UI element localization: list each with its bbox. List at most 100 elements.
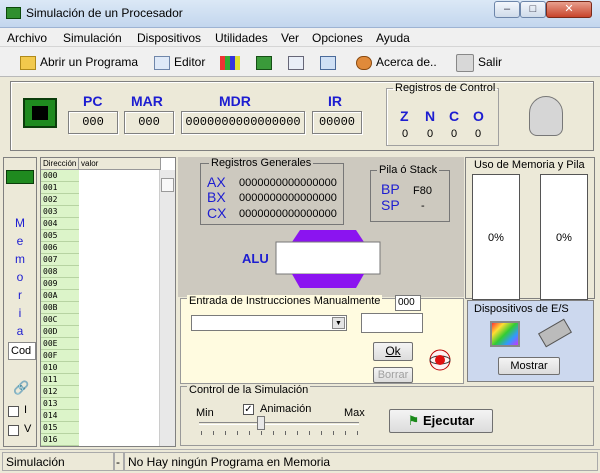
cod-field[interactable]: Cod <box>8 342 36 360</box>
memory-tool-button[interactable] <box>256 52 276 72</box>
title-bar: Simulación de un Procesador – □ ✕ <box>0 0 600 28</box>
ax-value: 0000000000000000 <box>239 177 337 189</box>
speed-min-label: Min <box>196 407 214 419</box>
processor-app-icon <box>6 7 21 19</box>
manual-input-group: Entrada de Instrucciones Manualmente 000… <box>180 295 464 384</box>
keyboard-tool-button[interactable] <box>320 52 340 72</box>
memory-row-address[interactable]: 002 <box>41 194 79 206</box>
execute-button[interactable]: ⚑ Ejecutar <box>389 409 493 433</box>
memory-row-address[interactable]: 00E <box>41 338 79 350</box>
bx-label: BX <box>207 189 226 205</box>
general-registers-group: Registros Generales AX 0000000000000000 … <box>200 157 344 225</box>
manual-input-title: Entrada de Instrucciones Manualmente <box>187 295 383 307</box>
memory-row-address[interactable]: 011 <box>41 374 79 386</box>
memory-scrollbar[interactable] <box>159 170 175 446</box>
speed-slider-thumb[interactable] <box>257 416 265 430</box>
instruction-select[interactable]: ▼ <box>191 315 347 331</box>
flag-o-value: 0 <box>475 128 482 140</box>
minimize-button[interactable]: – <box>494 1 520 18</box>
monitor-tool-button[interactable] <box>288 52 308 72</box>
menu-opciones[interactable]: Opciones <box>312 31 363 45</box>
io-devices-title: Dispositivos de E/S <box>474 303 569 315</box>
chevron-down-icon[interactable]: ▼ <box>332 317 345 329</box>
memory-row-address[interactable]: 013 <box>41 398 79 410</box>
memory-row-address[interactable]: 012 <box>41 386 79 398</box>
bp-label: BP <box>381 181 400 197</box>
checkbox-v-label: V <box>24 423 32 435</box>
memory-row-address[interactable]: 00F <box>41 350 79 362</box>
ok-button[interactable]: Ok <box>373 342 413 361</box>
flag-o-label: O <box>473 108 484 124</box>
scroll-thumb[interactable] <box>161 178 174 192</box>
instruction-counter: 000 <box>395 295 421 311</box>
simulation-control-group: Control de la Simulación Min Max ✓ Anima… <box>180 384 594 446</box>
registers-tool-button[interactable] <box>220 52 244 72</box>
exit-button[interactable]: Salir <box>456 52 502 72</box>
monitor-icon[interactable] <box>490 321 520 347</box>
memory-row-address[interactable]: 000 <box>41 170 79 182</box>
checkbox-i[interactable] <box>8 406 19 417</box>
keyboard-icon[interactable] <box>538 318 572 348</box>
menu-ver[interactable]: Ver <box>281 31 299 45</box>
flag-n-label: N <box>425 108 436 124</box>
memory-row-address[interactable]: 005 <box>41 230 79 242</box>
close-button[interactable]: ✕ <box>546 1 592 18</box>
flag-z-label: Z <box>400 108 409 124</box>
address-column-header: Dirección <box>41 158 79 170</box>
about-button[interactable]: Acerca de.. <box>356 52 437 72</box>
alu-box <box>275 241 381 275</box>
link-icon[interactable]: 🔗 <box>13 380 29 395</box>
memory-row-address[interactable]: 00A <box>41 290 79 302</box>
memory-row-address[interactable]: 007 <box>41 254 79 266</box>
value-column-header: valor <box>79 158 161 170</box>
memory-side-panel: Memoria Cod 🔗 I V <box>3 157 37 447</box>
memory-row-address[interactable]: 016 <box>41 434 79 446</box>
memory-row-address[interactable]: 014 <box>41 410 79 422</box>
menu-simulacion[interactable]: Simulación <box>63 31 122 45</box>
cx-value: 0000000000000000 <box>239 208 337 220</box>
menu-archivo[interactable]: Archivo <box>7 31 47 45</box>
memory-row-address[interactable]: 006 <box>41 242 79 254</box>
animation-label: Animación <box>260 403 312 415</box>
memory-row-address[interactable]: 010 <box>41 362 79 374</box>
memory-row-address[interactable]: 00C <box>41 314 79 326</box>
toolbar: Abrir un Programa Editor Acerca de.. Sal… <box>0 47 600 77</box>
memory-usage-group: Uso de Memoria y Pila 0% 0% <box>465 157 595 300</box>
animation-checkbox[interactable]: ✓ <box>243 404 254 415</box>
memory-row-address[interactable]: 00D <box>41 326 79 338</box>
menu-dispositivos[interactable]: Dispositivos <box>137 31 201 45</box>
mar-value: 000 <box>124 111 174 134</box>
bx-value: 0000000000000000 <box>239 192 337 204</box>
speed-slider-track[interactable] <box>199 422 359 425</box>
cx-label: CX <box>207 205 227 221</box>
maximize-button[interactable]: □ <box>520 1 546 18</box>
memory-row-address[interactable]: 003 <box>41 206 79 218</box>
checkbox-v[interactable] <box>8 425 19 436</box>
editor-button[interactable]: Editor <box>154 52 205 72</box>
processor-icon <box>23 98 57 128</box>
alu-label: ALU <box>242 251 269 266</box>
simulation-control-title: Control de la Simulación <box>187 384 311 396</box>
about-label: Acerca de.. <box>376 55 437 69</box>
open-program-button[interactable]: Abrir un Programa <box>20 52 138 72</box>
clear-button[interactable]: Borrar <box>373 367 413 383</box>
speed-slider-ticks <box>201 431 361 435</box>
memory-row-address[interactable]: 001 <box>41 182 79 194</box>
mdr-label: MDR <box>219 93 251 109</box>
status-message: No Hay ningún Programa en Memoria <box>124 452 598 471</box>
menu-utilidades[interactable]: Utilidades <box>215 31 268 45</box>
memory-row-address[interactable]: 00B <box>41 302 79 314</box>
memory-row-address[interactable]: 009 <box>41 278 79 290</box>
memoria-vertical-label: Memoria <box>15 216 25 338</box>
atom-icon[interactable] <box>427 347 453 373</box>
operand-input[interactable] <box>361 313 423 333</box>
memory-row-address[interactable]: 015 <box>41 422 79 434</box>
menu-ayuda[interactable]: Ayuda <box>376 31 410 45</box>
memory-row-address[interactable]: 004 <box>41 218 79 230</box>
memory-table[interactable]: Dirección valor 000 001 002 003 004 005 006 007… <box>40 157 176 447</box>
show-devices-button[interactable]: Mostrar <box>498 357 560 375</box>
alu-top-bus <box>292 230 364 242</box>
stack-title: Pila ó Stack <box>377 164 440 176</box>
pc-value: 000 <box>68 111 118 134</box>
memory-row-address[interactable]: 008 <box>41 266 79 278</box>
